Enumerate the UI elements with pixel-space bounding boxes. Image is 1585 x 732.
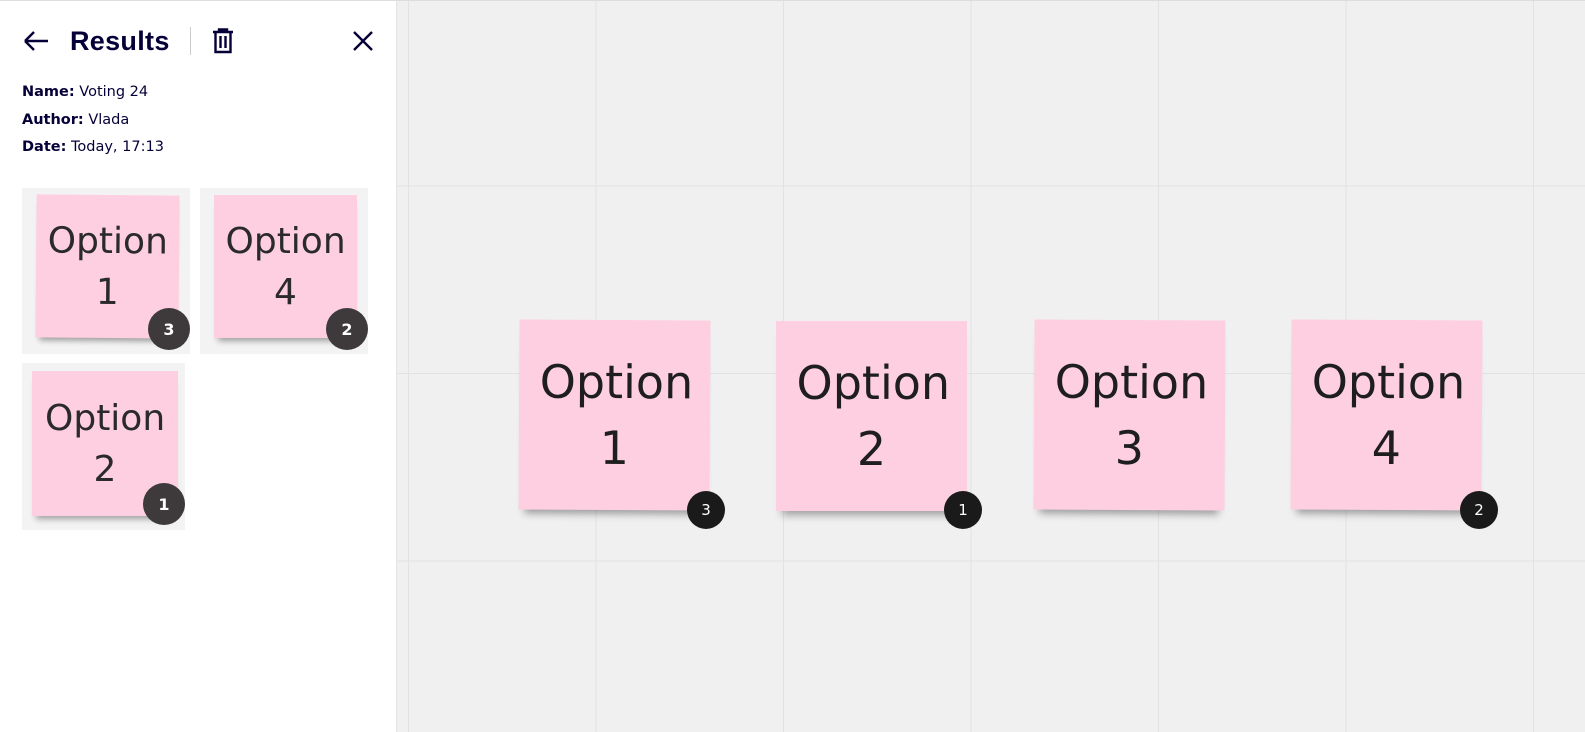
arrow-left-icon[interactable] [22, 29, 50, 53]
result-item[interactable]: Option 2 1 [22, 363, 185, 530]
note-text: Option 1 [539, 354, 694, 476]
divider [189, 27, 191, 55]
board-canvas[interactable]: Option 1 3 Option 2 1 Option 3 Option 4 … [397, 0, 1585, 732]
note-text: Option 2 [796, 356, 951, 476]
results-panel: Results Name: Voting 24 Author: Vlada Da… [0, 0, 397, 732]
vote-count-badge: 3 [148, 308, 190, 350]
vote-count-badge: 2 [326, 308, 368, 350]
vote-count-badge: 1 [944, 491, 982, 529]
sticky-note-option-1[interactable]: Option 1 [518, 319, 711, 511]
sticky-note-option-4[interactable]: Option 4 [1290, 319, 1483, 511]
meta-date: Date: Today, 17:13 [22, 139, 164, 155]
voting-meta: Name: Voting 24 Author: Vlada Date: Toda… [22, 79, 164, 162]
close-icon[interactable] [352, 30, 374, 52]
vote-count-badge: 1 [143, 483, 185, 525]
result-item[interactable]: Option 4 2 [200, 188, 368, 354]
sticky-note-option-2[interactable]: Option 2 [776, 321, 967, 511]
vote-count-badge: 3 [687, 491, 725, 529]
meta-name: Name: Voting 24 [22, 84, 149, 100]
trash-icon[interactable] [211, 28, 235, 54]
panel-title: Results [70, 25, 170, 56]
meta-author: Author: Vlada [22, 111, 130, 128]
sticky-note-option-3[interactable]: Option 3 [1033, 319, 1226, 511]
result-item[interactable]: Option 1 3 [22, 188, 190, 354]
note-text: Option 4 [1311, 354, 1466, 476]
vote-count-badge: 2 [1460, 491, 1498, 529]
panel-header: Results [22, 23, 374, 59]
note-text: Option 3 [1054, 354, 1209, 476]
